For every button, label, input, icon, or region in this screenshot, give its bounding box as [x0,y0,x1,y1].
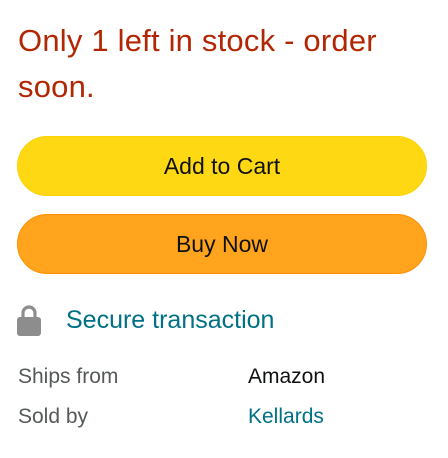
buy-now-button[interactable]: Buy Now [17,214,427,274]
lock-icon [17,304,41,336]
sold-by-row: Sold by Kellards [18,405,428,435]
secure-transaction-link[interactable]: Secure transaction [66,306,274,335]
seller-link[interactable]: Kellards [248,405,324,429]
ships-from-label: Ships from [18,365,119,388]
sold-by-label: Sold by [18,405,89,428]
ships-from-value: Amazon [248,365,326,388]
stock-availability-message: Only 1 left in stock - order soon. [18,23,377,104]
secure-transaction[interactable]: Secure transaction [17,300,274,340]
ships-from-row: Ships from Amazon [18,365,428,395]
add-to-cart-button[interactable]: Add to Cart [17,136,427,196]
